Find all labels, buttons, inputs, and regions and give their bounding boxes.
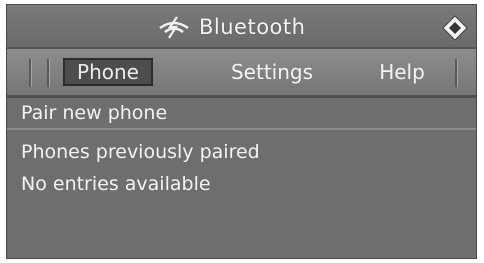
bluetooth-icon — [159, 16, 189, 39]
paired-phones-section: Phones previously paired No entries avai… — [7, 130, 476, 200]
paired-phones-header: Phones previously paired — [21, 141, 260, 163]
phone-menu-list: Pair new phone Phones previously paired … — [7, 98, 476, 200]
pair-new-phone-item[interactable]: Pair new phone — [7, 98, 476, 130]
no-entries-message: No entries available — [21, 173, 211, 195]
tab-separator — [47, 59, 50, 87]
window-title: Bluetooth — [199, 15, 306, 39]
tab-bar: Phone Settings Help — [7, 49, 476, 98]
tab-separator — [455, 59, 458, 87]
tab-phone[interactable]: Phone — [63, 58, 153, 86]
tab-settings[interactable]: Settings — [217, 58, 327, 86]
tab-separator — [29, 59, 32, 87]
title-group: Bluetooth — [157, 14, 305, 40]
controller-direction-icon — [442, 15, 468, 41]
tab-help[interactable]: Help — [362, 58, 442, 86]
title-bar: Bluetooth — [7, 5, 476, 49]
bluetooth-screen: Bluetooth Phone Settings Help Pair new p… — [6, 4, 477, 259]
